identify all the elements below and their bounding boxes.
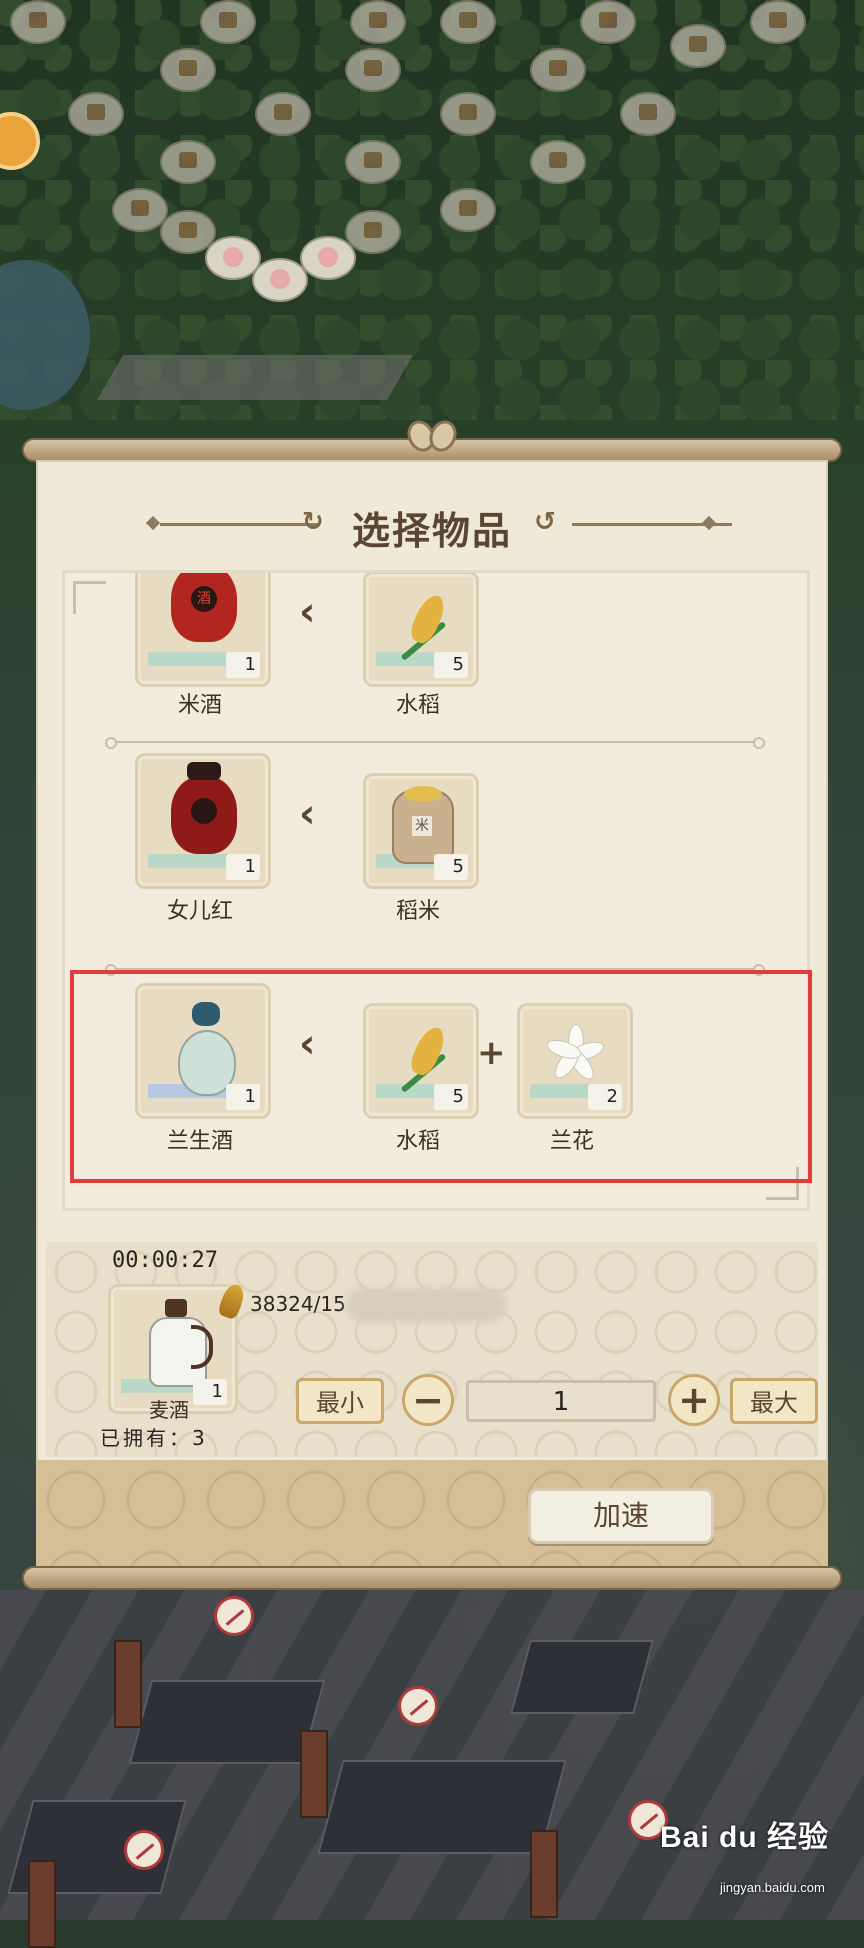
harvest-bubble-icon[interactable] — [440, 92, 496, 136]
speedup-button[interactable]: 加速 — [528, 1488, 714, 1544]
recipe-list[interactable]: 酒 1 ‹ 5 米酒 水稻 1 ‹ 5 — [62, 570, 810, 1211]
production-panel: 00:00:27 1 麦酒 已拥有：3 38324/15 最小 − 1 + 最大 — [46, 1242, 818, 1457]
increase-button[interactable]: + — [668, 1374, 720, 1426]
qty-badge: 5 — [434, 1084, 468, 1110]
harvest-bubble-icon[interactable] — [440, 188, 496, 232]
arrow-left-icon: ‹ — [299, 1021, 316, 1067]
harvest-bubble-icon[interactable] — [160, 140, 216, 184]
no-wine-marker-icon[interactable] — [398, 1686, 438, 1726]
harvest-bubble-icon[interactable] — [750, 0, 806, 44]
shop-sign — [300, 1730, 328, 1818]
harvest-bubble-icon[interactable] — [530, 140, 586, 184]
harvest-bubble-icon[interactable] — [112, 188, 168, 232]
qty-badge: 2 — [588, 1084, 622, 1110]
scroll-bottom-rod — [22, 1566, 842, 1590]
ingredient-slot[interactable]: 5 — [363, 773, 479, 889]
qty-badge: 5 — [434, 652, 468, 678]
jar-label — [191, 798, 217, 824]
baidu-watermark: Bai du 经验 — [660, 1821, 830, 1854]
nuerhong-wine-jar-icon — [171, 762, 237, 854]
ingredient-name: 稻米 — [395, 899, 440, 924]
peach-bubble-icon[interactable] — [252, 258, 308, 302]
product-name: 米酒 — [177, 693, 222, 718]
slot-leaf-decoration — [148, 652, 238, 666]
plus-icon: + — [477, 1033, 506, 1073]
product-slot[interactable]: 酒 1 — [135, 573, 271, 687]
harvest-bubble-icon[interactable] — [350, 0, 406, 44]
qty-badge: 1 — [226, 1084, 260, 1110]
product-slot[interactable]: 1 — [135, 753, 271, 889]
watermark-url: jingyan.baidu.com — [720, 1880, 825, 1895]
rice-sack-icon — [392, 786, 454, 864]
harvest-bubble-icon[interactable] — [670, 24, 726, 68]
rice-grain — [406, 591, 450, 647]
shop-sign — [530, 1830, 558, 1918]
recipe-row[interactable]: 1 ‹ 5 女儿红 稻米 — [65, 753, 807, 953]
owned-count: 已拥有：3 — [100, 1426, 208, 1450]
dialog-header: ↻ 选择物品 ↺ — [36, 460, 828, 570]
scroll-knot-icon — [408, 414, 456, 456]
harvest-bubble-icon[interactable] — [68, 92, 124, 136]
ingredient-slot[interactable]: 5 — [363, 1003, 479, 1119]
harvest-bubble-icon[interactable] — [345, 48, 401, 92]
peach-bubble-icon[interactable] — [300, 236, 356, 280]
slot-leaf-decoration — [148, 854, 238, 868]
harvest-bubble-icon[interactable] — [620, 92, 676, 136]
row-divider — [105, 737, 765, 749]
rice-wine-jar-icon: 酒 — [171, 573, 237, 642]
shop-sign — [28, 1860, 56, 1948]
stone-road — [97, 355, 413, 400]
wheat-wine-bottle-icon — [145, 1299, 213, 1387]
ingredient-slot[interactable]: 5 — [363, 573, 479, 687]
arrow-left-icon: ‹ — [299, 589, 316, 635]
bottle-handle — [191, 1325, 213, 1369]
product-name: 女儿红 — [166, 899, 233, 924]
lansheng-wine-gourd-icon — [178, 1002, 236, 1096]
no-wine-marker-icon[interactable] — [124, 1830, 164, 1870]
qty-badge: 1 — [226, 652, 260, 678]
min-button[interactable]: 最小 — [296, 1378, 384, 1424]
max-button[interactable]: 最大 — [730, 1378, 818, 1424]
ingredient-name: 水稻 — [395, 1129, 440, 1154]
decrease-button[interactable]: − — [402, 1374, 454, 1426]
harvest-bubble-icon[interactable] — [440, 0, 496, 44]
gourd-cap — [192, 1002, 220, 1026]
harvest-bubble-icon[interactable] — [345, 210, 401, 254]
harvest-bubble-icon[interactable] — [160, 48, 216, 92]
recipe-row[interactable]: 酒 1 ‹ 5 米酒 水稻 — [65, 573, 807, 718]
harvest-bubble-icon[interactable] — [345, 140, 401, 184]
select-item-dialog: ↻ 选择物品 ↺ 酒 1 ‹ 5 米酒 水稻 1 ‹ 米 5 女儿红 稻米 1 … — [36, 460, 828, 1570]
product-name: 兰生酒 — [166, 1129, 233, 1154]
product-slot[interactable]: 1 — [135, 983, 271, 1119]
no-wine-marker-icon[interactable] — [214, 1596, 254, 1636]
shop-sign — [114, 1640, 142, 1728]
building-roof — [128, 1680, 326, 1764]
harvest-bubble-icon[interactable] — [255, 92, 311, 136]
row-divider — [105, 964, 765, 976]
current-product-name: 麦酒 — [149, 1398, 189, 1422]
harvest-bubble-icon[interactable] — [580, 0, 636, 44]
ingredient-name: 水稻 — [395, 693, 440, 718]
blurred-area — [346, 1288, 506, 1322]
qty-badge: 1 — [226, 854, 260, 880]
bottle-neck — [165, 1299, 187, 1317]
production-timer: 00:00:27 — [112, 1248, 218, 1273]
swirl-ornament-icon: ↺ — [534, 507, 556, 537]
harvest-bubble-icon[interactable] — [10, 0, 66, 44]
recipe-row-selected[interactable]: 1 ‹ 5 + 2 兰生酒 水稻 兰花 — [65, 983, 807, 1183]
ingredient-name: 兰花 — [549, 1129, 594, 1154]
resource-count: 38324/15 — [250, 1292, 346, 1316]
harvest-bubble-icon[interactable] — [530, 48, 586, 92]
rice-grain — [406, 1023, 450, 1079]
ingredient-slot[interactable]: 2 — [517, 1003, 633, 1119]
quantity-input[interactable]: 1 — [466, 1380, 656, 1422]
harvest-bubble-icon[interactable] — [200, 0, 256, 44]
qty-badge: 5 — [434, 854, 468, 880]
building-roof — [510, 1640, 654, 1714]
arrow-left-icon: ‹ — [299, 791, 316, 837]
jar-label: 酒 — [191, 586, 217, 612]
orchid-flower-icon — [542, 1020, 608, 1086]
